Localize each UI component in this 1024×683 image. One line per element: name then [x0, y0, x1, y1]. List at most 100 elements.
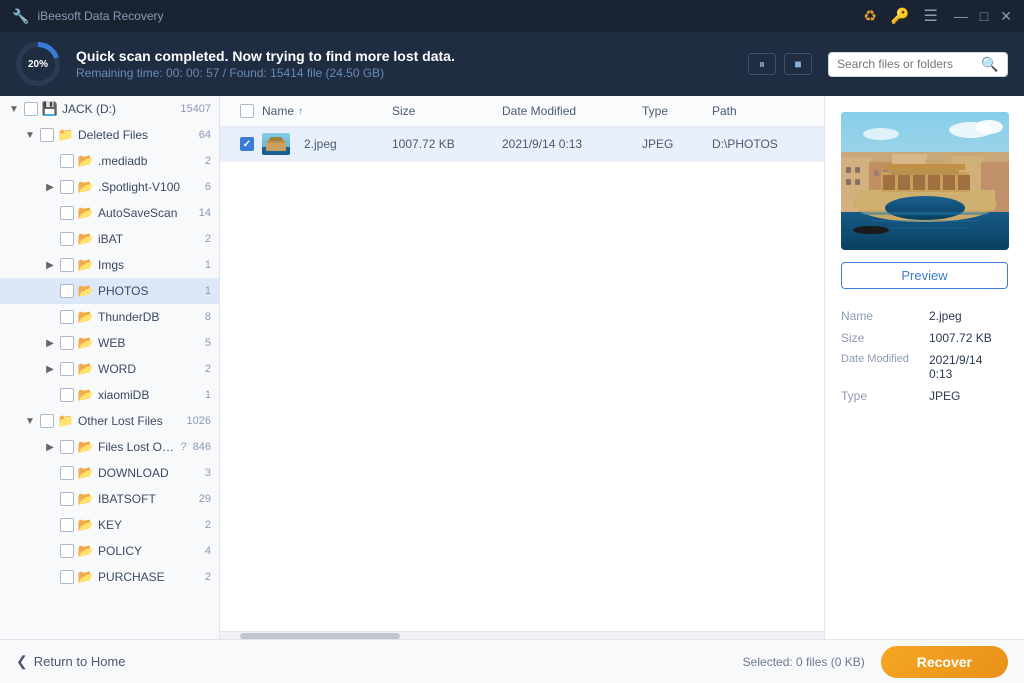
sidebar-label-files-lost: Files Lost Origi... — [98, 440, 175, 454]
sidebar-item-mediadb[interactable]: ▶ 📂 .mediadb 2 — [0, 148, 219, 174]
checkbox-key[interactable] — [60, 518, 74, 532]
sidebar-label-purchase: PURCHASE — [98, 570, 201, 584]
checkbox-spotlight[interactable] — [60, 180, 74, 194]
header-check[interactable] — [232, 104, 262, 118]
sidebar-item-other-lost[interactable]: ▼ 📁 Other Lost Files 1026 — [0, 408, 219, 434]
checkbox-download[interactable] — [60, 466, 74, 480]
checkbox-photos[interactable] — [60, 284, 74, 298]
sidebar-label-imgs: Imgs — [98, 258, 201, 272]
sidebar-count-photos: 1 — [205, 285, 211, 297]
checkbox-web[interactable] — [60, 336, 74, 350]
select-all-checkbox[interactable] — [240, 104, 254, 118]
sidebar-label-download: DOWNLOAD — [98, 466, 201, 480]
scan-info: Quick scan completed. Now trying to find… — [76, 48, 732, 80]
scan-title: Quick scan completed. Now trying to find… — [76, 48, 732, 64]
meta-size-label: Size — [841, 331, 921, 345]
checkbox-ibatsoft[interactable] — [60, 492, 74, 506]
scrollbar-thumb[interactable] — [240, 633, 400, 639]
row-checkbox[interactable]: ✓ — [240, 137, 254, 151]
checkbox-autosave[interactable] — [60, 206, 74, 220]
folder-blue-icon: 📂 — [78, 179, 94, 195]
sidebar-item-autosave[interactable]: ▶ 📂 AutoSaveScan 14 — [0, 200, 219, 226]
sidebar-item-key[interactable]: ▶ 📂 KEY 2 — [0, 512, 219, 538]
preview-panel: Preview Name 2.jpeg Size 1007.72 KB Date… — [824, 96, 1024, 639]
col-path-label: Path — [712, 104, 737, 118]
sidebar-item-ibatsoft[interactable]: ▶ 📂 IBATSOFT 29 — [0, 486, 219, 512]
sidebar-count-purchase: 2 — [205, 571, 211, 583]
folder-orange-icon: 📁 — [58, 127, 74, 143]
close-button[interactable]: ✕ — [1000, 9, 1012, 23]
sidebar-item-thunderdb[interactable]: ▶ 📂 ThunderDB 8 — [0, 304, 219, 330]
checkbox-thunderdb[interactable] — [60, 310, 74, 324]
progress-text: 20% — [28, 59, 48, 70]
checkbox-deleted[interactable] — [40, 128, 54, 142]
sidebar-item-policy[interactable]: ▶ 📂 POLICY 4 — [0, 538, 219, 564]
sidebar-item-jack[interactable]: ▼ 💾 JACK (D:) 15407 — [0, 96, 219, 122]
recycle-icon[interactable]: ♻ — [863, 7, 876, 25]
sort-arrow-up[interactable]: ↑ — [298, 106, 303, 117]
checkbox-mediadb[interactable] — [60, 154, 74, 168]
app-icon: 🔧 — [12, 8, 29, 25]
title-actions: ♻ 🔑 ☰ — [863, 6, 937, 26]
sidebar-count-ibat: 2 — [205, 233, 211, 245]
sidebar-item-ibat[interactable]: ▶ 📂 iBAT 2 — [0, 226, 219, 252]
checkbox-ibat[interactable] — [60, 232, 74, 246]
stop-button[interactable]: ■ — [784, 53, 812, 75]
col-name-label: Name — [262, 104, 294, 118]
meta-name-label: Name — [841, 309, 921, 323]
sidebar-label-policy: POLICY — [98, 544, 201, 558]
sidebar-label-xiaomidb: xiaomiDB — [98, 388, 201, 402]
menu-icon[interactable]: ☰ — [923, 6, 937, 26]
minimize-button[interactable]: ― — [954, 9, 968, 23]
app-title-area: 🔧 iBeesoft Data Recovery — [12, 8, 164, 25]
sidebar-item-deleted-files[interactable]: ▼ 📁 Deleted Files 64 — [0, 122, 219, 148]
sidebar-count-mediadb: 2 — [205, 155, 211, 167]
file-thumbnail — [262, 133, 290, 155]
checkbox-imgs[interactable] — [60, 258, 74, 272]
chevron-right-icon: ▶ — [44, 181, 56, 193]
sidebar-item-xiaomidb[interactable]: ▶ 📂 xiaomiDB 1 — [0, 382, 219, 408]
sidebar-item-download[interactable]: ▶ 📂 DOWNLOAD 3 — [0, 460, 219, 486]
row-check[interactable]: ✓ — [232, 137, 262, 151]
chevron-left-icon: ❮ — [16, 653, 28, 670]
horizontal-scrollbar[interactable] — [220, 631, 824, 639]
chevron-icon: ▶ — [44, 285, 56, 297]
sidebar-item-imgs[interactable]: ▶ 📂 Imgs 1 — [0, 252, 219, 278]
checkbox-xiaomidb[interactable] — [60, 388, 74, 402]
restore-button[interactable]: □ — [980, 9, 988, 23]
recover-button[interactable]: Recover — [881, 646, 1008, 678]
sidebar-item-files-lost-origin[interactable]: ▶ 📂 Files Lost Origi... ? 846 — [0, 434, 219, 460]
checkbox-word[interactable] — [60, 362, 74, 376]
sidebar-item-purchase[interactable]: ▶ 📂 PURCHASE 2 — [0, 564, 219, 590]
sidebar-item-word[interactable]: ▶ 📂 WORD 2 — [0, 356, 219, 382]
folder-blue-icon: 📂 — [78, 231, 94, 247]
table-row[interactable]: ✓ — [220, 127, 824, 162]
checkbox-policy[interactable] — [60, 544, 74, 558]
preview-button[interactable]: Preview — [841, 262, 1008, 289]
folder-blue-icon: 📂 — [78, 465, 94, 481]
chevron-icon: ▶ — [44, 311, 56, 323]
sidebar-label-ibatsoft: IBATSOFT — [98, 492, 195, 506]
sidebar-count-ibatsoft: 29 — [199, 493, 211, 505]
search-input[interactable] — [837, 57, 977, 71]
drive-icon: 💾 — [42, 101, 58, 117]
file-name: 2.jpeg — [304, 137, 337, 151]
sidebar-item-web[interactable]: ▶ 📂 WEB 5 — [0, 330, 219, 356]
meta-type-label: Type — [841, 389, 921, 403]
search-bar[interactable]: 🔍 — [828, 52, 1008, 77]
return-home-button[interactable]: ❮ Return to Home — [16, 653, 126, 670]
checkbox-files-lost[interactable] — [60, 440, 74, 454]
folder-orange-icon: 📁 — [58, 413, 74, 429]
key-icon[interactable]: 🔑 — [891, 7, 910, 25]
sidebar-label-key: KEY — [98, 518, 201, 532]
checkbox-jack[interactable] — [24, 102, 38, 116]
sidebar-count-xiaomidb: 1 — [205, 389, 211, 401]
row-name: 2.jpeg — [262, 133, 392, 155]
chevron-icon: ▶ — [44, 207, 56, 219]
sidebar-item-spotlight[interactable]: ▶ 📂 .Spotlight-V100 6 — [0, 174, 219, 200]
checkbox-purchase[interactable] — [60, 570, 74, 584]
sidebar-item-photos[interactable]: ▶ 📂 PHOTOS 1 — [0, 278, 219, 304]
pause-button[interactable]: ⏸ — [748, 53, 776, 75]
sidebar-count-deleted: 64 — [199, 129, 211, 141]
checkbox-other-lost[interactable] — [40, 414, 54, 428]
